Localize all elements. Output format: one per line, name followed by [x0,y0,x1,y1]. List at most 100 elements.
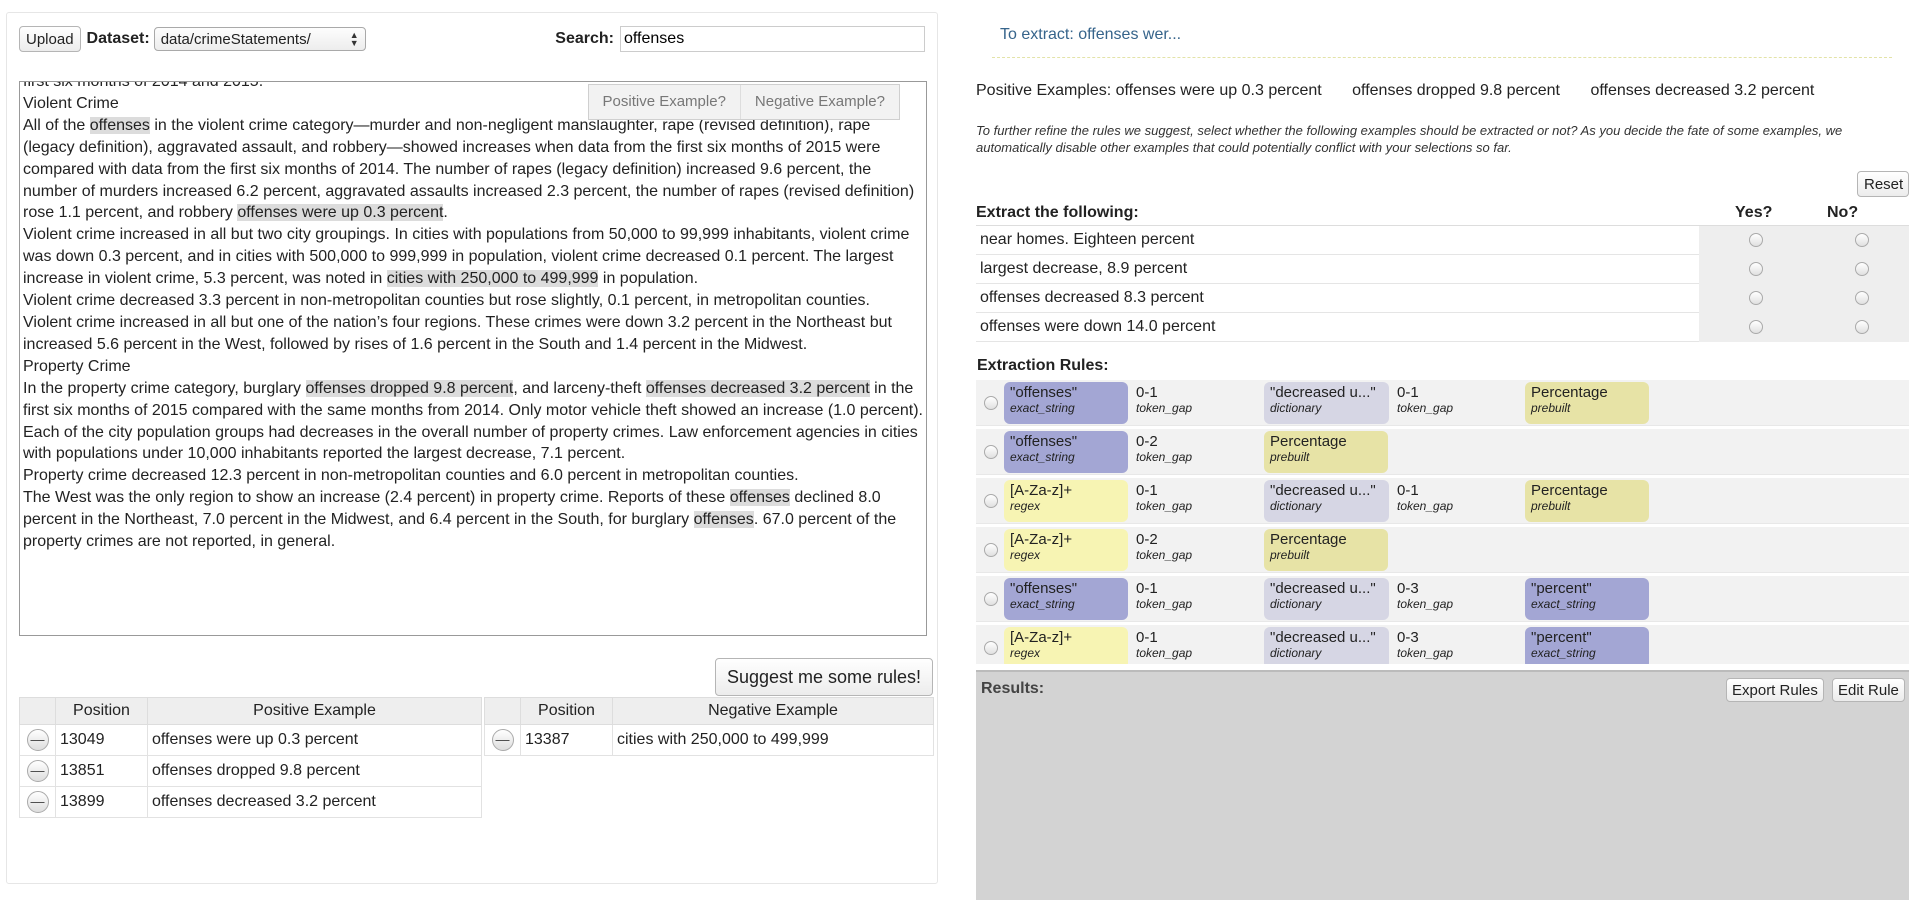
document-text-segment: Property crime decreased 12.3 percent in… [23,467,799,485]
document-text-segment: first six months of 2014 and 2015. [23,81,264,90]
rule-token-regex[interactable]: [A-Za-z]+ regex [1004,626,1128,664]
upload-button[interactable]: Upload [19,26,81,52]
token-type: exact_string [1531,596,1596,611]
token-value: [A-Za-z]+ [1010,530,1073,548]
token-value: 0-2 [1136,432,1158,450]
token-type: token_gap [1397,596,1454,611]
rule-token-dict[interactable]: "decreased u..." dictionary [1264,577,1389,620]
rule-select-radio[interactable] [984,542,998,557]
token-value: Percentage [1531,481,1608,499]
table-row: — 13049 offenses were up 0.3 percent [19,724,482,756]
rule-token-exact[interactable]: "percent" exact_string [1525,626,1649,664]
yes-radio[interactable] [1749,262,1763,276]
token-gap[interactable]: 0-1 token_gap [1134,480,1258,522]
position-cell: 13049 [55,724,148,756]
token-gap[interactable]: 0-3 token_gap [1395,627,1519,665]
token-gap[interactable]: 0-2 token_gap [1134,529,1258,571]
token-type: prebuilt [1270,547,1310,562]
positive-examples-table: Position Positive Example —13049 offenses… [19,697,482,818]
yes-column-label: Yes? [1735,203,1773,221]
document-text: first six months of 2014 and 2015. Violen… [23,81,923,553]
token-value: [A-Za-z]+ [1010,628,1073,646]
rule-select-radio[interactable] [984,591,998,606]
extract-candidate-row: near homes. Eighteen percent [976,225,1909,255]
minus-circle-icon[interactable]: — [26,760,49,782]
token-gap[interactable]: 0-1 token_gap [1134,627,1258,665]
yes-radio[interactable] [1749,291,1763,305]
rule-token-prebuilt[interactable]: Percentage prebuilt [1264,528,1388,571]
yes-radio[interactable] [1749,320,1763,334]
rule-row[interactable]: [A-Za-z]+ regex 0-1 token_gap "decreased u..… [976,625,1909,664]
positive-example-1: offenses were up 0.3 percent [1115,82,1322,99]
token-gap[interactable]: 0-1 token_gap [1134,578,1258,620]
minus-circle-icon[interactable]: — [491,729,514,751]
rule-token-regex[interactable]: [A-Za-z]+ regex [1004,528,1128,571]
rule-token-dict[interactable]: "decreased u..." dictionary [1264,479,1389,522]
table-header-position: Position [55,697,148,725]
search-input[interactable] [620,26,925,52]
export-rules-button[interactable]: Export Rules [1726,678,1824,702]
rule-token-prebuilt[interactable]: Percentage prebuilt [1264,430,1388,473]
token-type: prebuilt [1531,498,1571,513]
highlighted-match: offenses were up 0.3 percent [237,204,444,222]
positive-example-button[interactable]: Positive Example? [589,85,740,119]
reset-button[interactable]: Reset [1857,171,1909,197]
token-gap[interactable]: 0-2 token_gap [1134,431,1258,473]
example-cell: offenses dropped 9.8 percent [147,755,482,787]
example-cell: offenses were up 0.3 percent [147,724,482,756]
token-value: "percent" [1531,579,1592,597]
token-value: "decreased u..." [1270,383,1376,401]
extract-candidate-row: largest decrease, 8.9 percent [976,254,1909,284]
table-row: — 13851 offenses dropped 9.8 percent [19,755,482,787]
rule-select-radio[interactable] [984,395,998,410]
positive-example-2: offenses dropped 9.8 percent [1352,82,1560,99]
token-type: dictionary [1270,400,1322,415]
minus-circle-icon[interactable]: — [26,729,49,751]
no-radio[interactable] [1855,320,1869,334]
document-text-segment: All of the [23,116,90,134]
rule-token-exact[interactable]: "offenses" exact_string [1004,430,1128,473]
rule-select-radio[interactable] [984,444,998,459]
rule-token-prebuilt[interactable]: Percentage prebuilt [1525,381,1649,424]
rule-token-regex[interactable]: [A-Za-z]+ regex [1004,479,1128,522]
minus-circle-icon[interactable]: — [26,791,49,813]
rule-token-prebuilt[interactable]: Percentage prebuilt [1525,479,1649,522]
rule-row[interactable]: "offenses" exact_string 0-2 token_gap Percen… [976,429,1909,475]
positive-example-3: offenses decreased 3.2 percent [1590,82,1815,99]
rule-select-radio[interactable] [984,640,998,655]
token-value: Percentage [1531,383,1608,401]
rule-token-dict[interactable]: "decreased u..." dictionary [1264,626,1389,664]
no-column-label: No? [1827,203,1859,221]
negative-example-button[interactable]: Negative Example? [739,85,899,119]
rule-token-exact[interactable]: "percent" exact_string [1525,577,1649,620]
rule-row[interactable]: "offenses" exact_string 0-1 token_gap "decre… [976,576,1909,622]
rule-token-exact[interactable]: "offenses" exact_string [1004,381,1128,424]
token-value: 0-1 [1136,579,1158,597]
dataset-select[interactable]: data/crimeStatements/ ▲ ▼ [153,27,366,51]
rule-row[interactable]: [A-Za-z]+ regex 0-1 token_gap "decreased u..… [976,478,1909,524]
extraction-rules-list[interactable]: "offenses" exact_string 0-1 token_gap "decre… [976,380,1909,664]
rule-row[interactable]: [A-Za-z]+ regex 0-2 token_gap Percentage preb… [976,527,1909,573]
no-radio[interactable] [1855,291,1869,305]
remove-example-cell: — [19,786,56,818]
example-toggle: Positive Example? Negative Example? [587,84,900,120]
extract-table-header: Extract the following: Yes? No? [976,200,1909,226]
search-label: Search: [555,30,614,47]
yes-radio[interactable] [1749,233,1763,247]
no-radio[interactable] [1855,262,1869,276]
rule-select-radio[interactable] [984,493,998,508]
token-gap[interactable]: 0-1 token_gap [1134,382,1258,424]
no-radio[interactable] [1855,233,1869,247]
edit-rule-button[interactable]: Edit Rule [1832,678,1905,702]
document-viewer[interactable]: first six months of 2014 and 2015. Violen… [19,81,927,636]
token-type: prebuilt [1270,449,1310,464]
token-gap[interactable]: 0-1 token_gap [1395,382,1519,424]
table-row: — 13899 offenses decreased 3.2 percent [19,786,482,818]
suggest-rules-button[interactable]: Suggest me some rules! [715,658,933,696]
rule-token-exact[interactable]: "offenses" exact_string [1004,577,1128,620]
token-gap[interactable]: 0-3 token_gap [1395,578,1519,620]
rule-token-dict[interactable]: "decreased u..." dictionary [1264,381,1389,424]
document-text-segment: The West was the only region to show an … [23,489,730,507]
token-gap[interactable]: 0-1 token_gap [1395,480,1519,522]
rule-row[interactable]: "offenses" exact_string 0-1 token_gap "decre… [976,380,1909,426]
